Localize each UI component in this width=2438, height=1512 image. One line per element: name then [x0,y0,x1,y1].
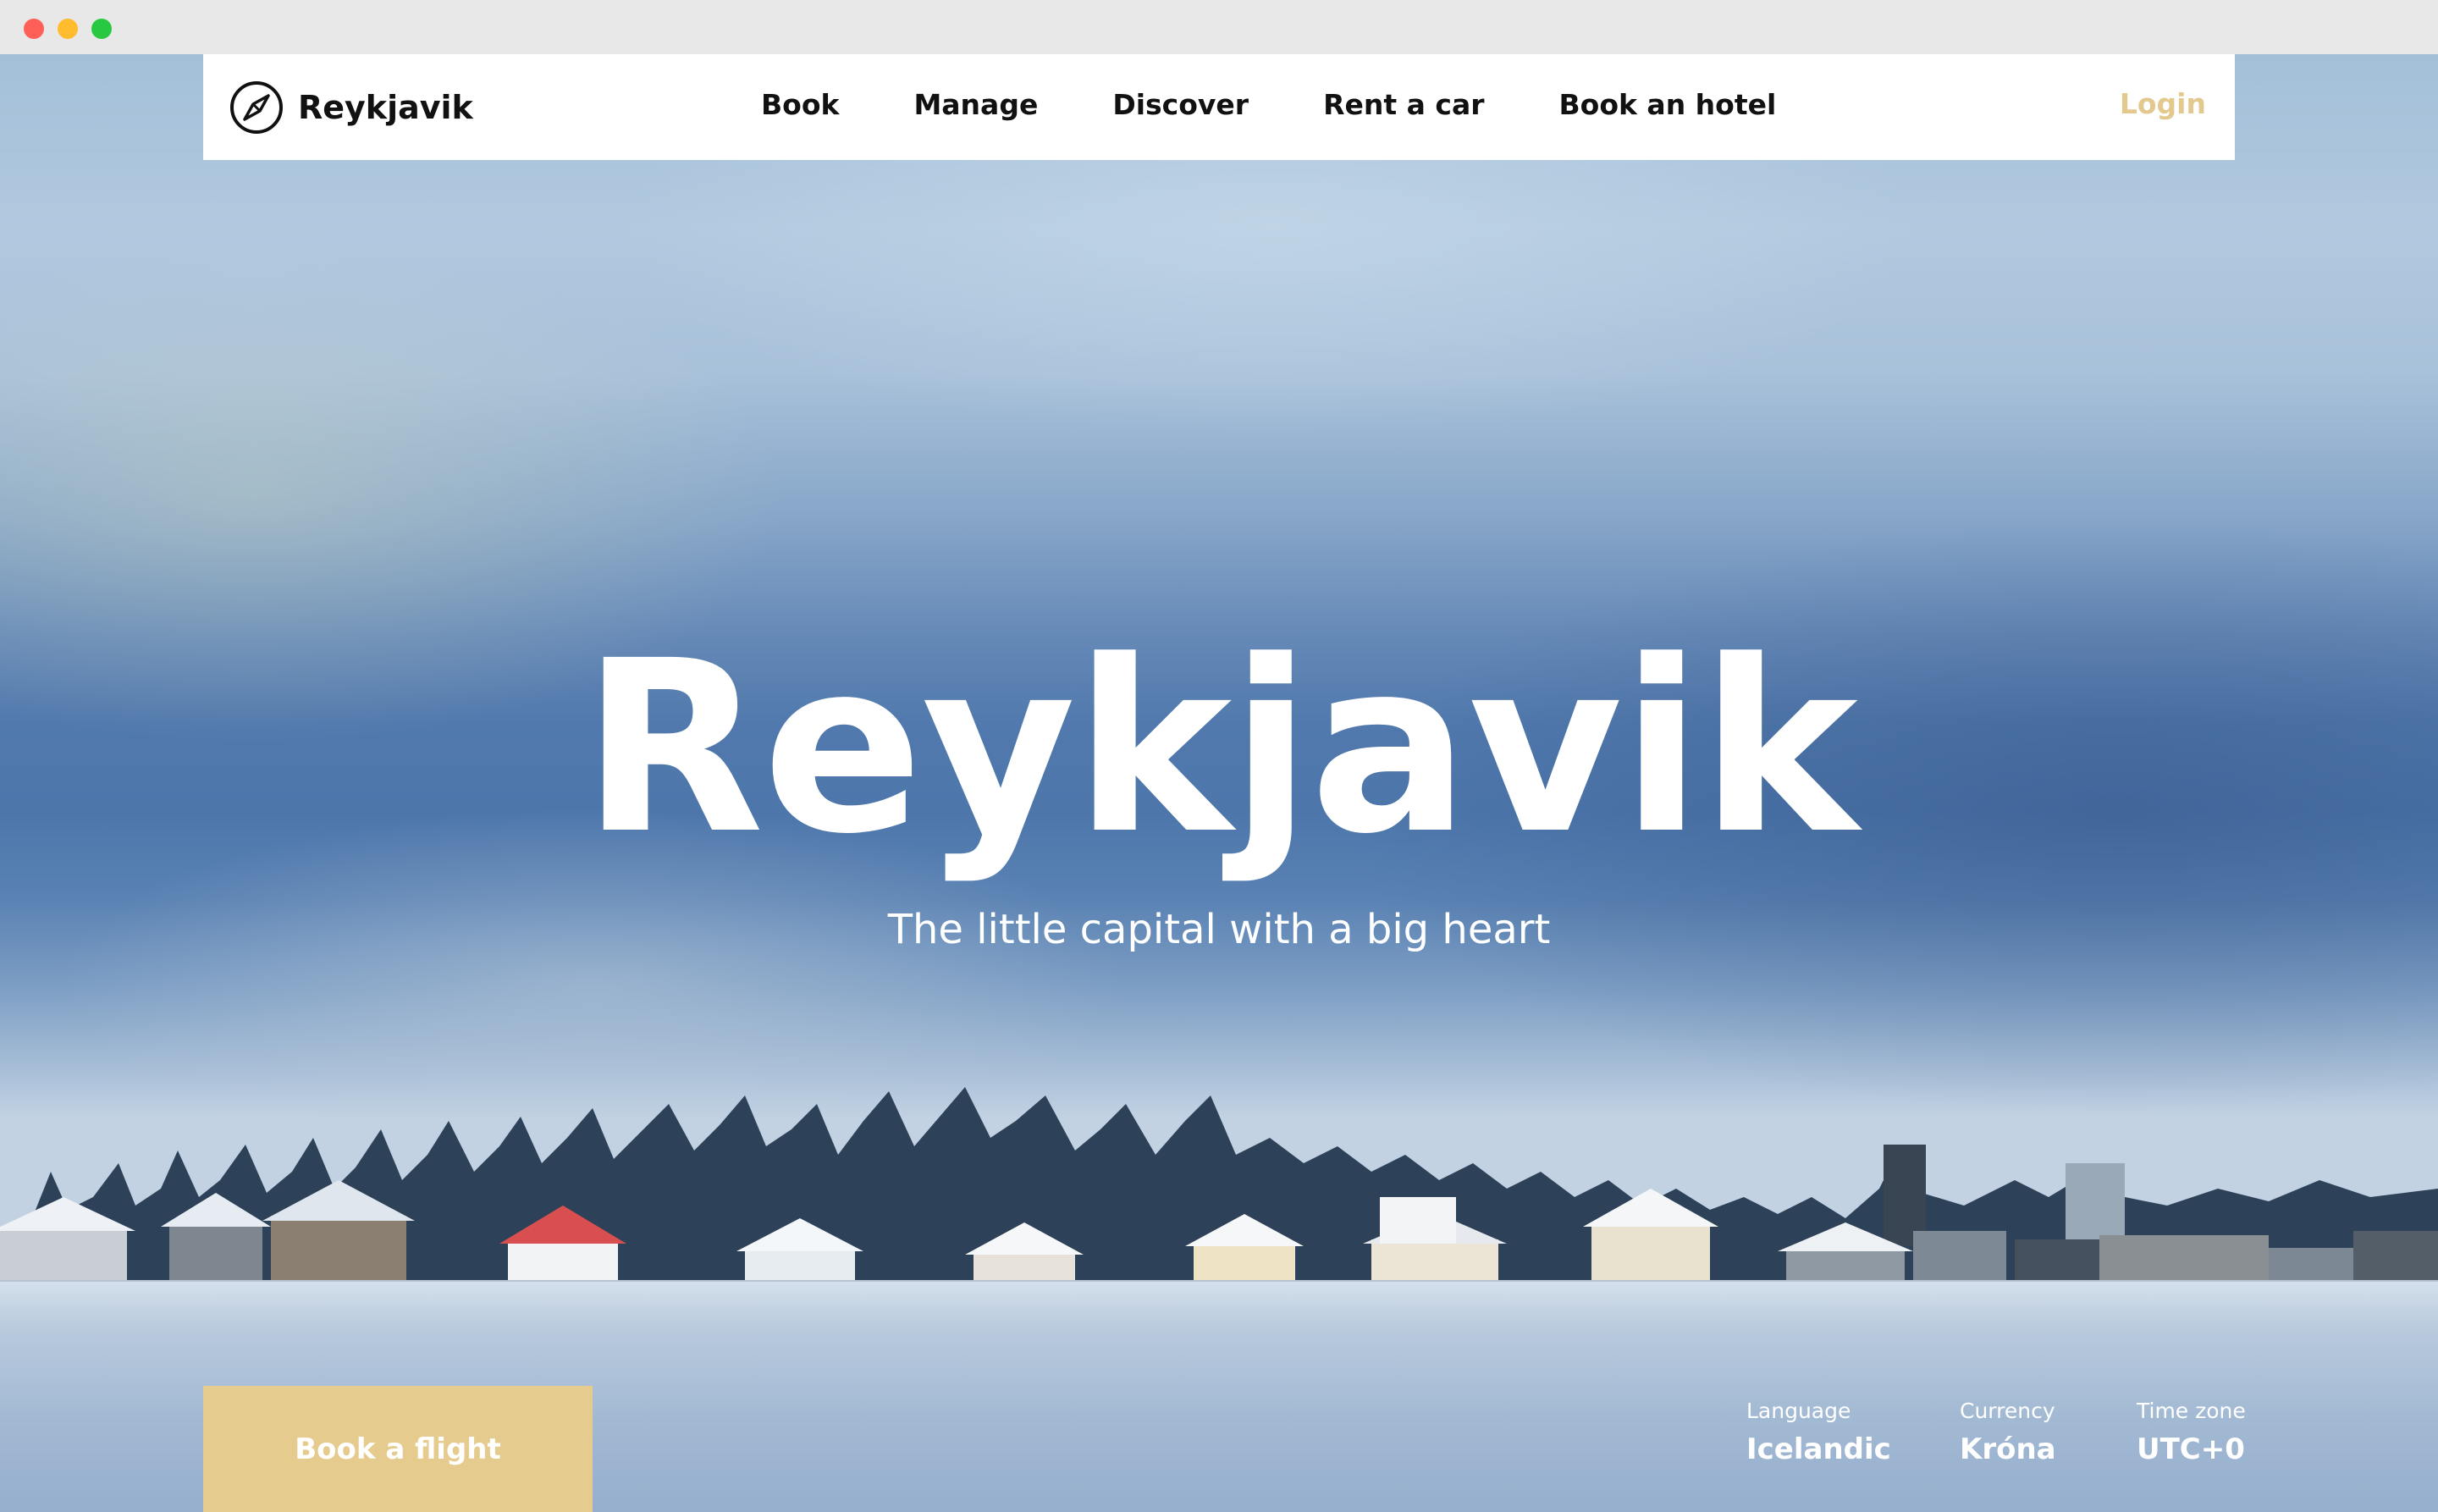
login-link[interactable]: Login [2120,80,2206,129]
window-titlebar [0,0,2438,54]
language-value: Icelandic [1746,1432,1891,1466]
hero-title: Reykjavik [582,610,1858,886]
currency-label: Currency [1960,1399,2055,1423]
nav-link-book[interactable]: Book [761,88,839,121]
close-window-button[interactable] [24,19,44,39]
hero-sky [0,54,2438,1155]
compass-icon [230,81,283,134]
currency-value: Króna [1960,1432,2056,1466]
brand-logo[interactable]: Reykjavik [229,80,473,135]
maximize-window-button[interactable] [91,19,112,39]
nav-link-book-hotel[interactable]: Book an hotel [1559,88,1777,121]
nav-link-rent-a-car[interactable]: Rent a car [1323,88,1484,121]
hero-subtitle: The little capital with a big heart [887,906,1551,953]
brand-name: Reykjavik [298,89,473,126]
nav-link-manage[interactable]: Manage [913,88,1038,121]
timezone-label: Time zone [2137,1399,2246,1423]
top-navbar: Reykjavik Book Manage Discover Rent a ca… [203,54,2235,160]
timezone-value: UTC+0 [2137,1432,2245,1466]
currency-info: Currency Króna [1960,1400,2056,1464]
main-nav: Book Manage Discover Rent a car Book an … [761,80,1776,129]
book-flight-button[interactable]: Book a flight [203,1386,593,1512]
timezone-info: Time zone UTC+0 [2137,1400,2246,1464]
browser-window: Reykjavik Book Manage Discover Rent a ca… [0,0,2438,1512]
hero-section: Reykjavik Book Manage Discover Rent a ca… [0,54,2438,1512]
language-label: Language [1746,1399,1851,1423]
nav-link-discover[interactable]: Discover [1112,88,1249,121]
language-info: Language Icelandic [1746,1400,1891,1464]
minimize-window-button[interactable] [58,19,78,39]
